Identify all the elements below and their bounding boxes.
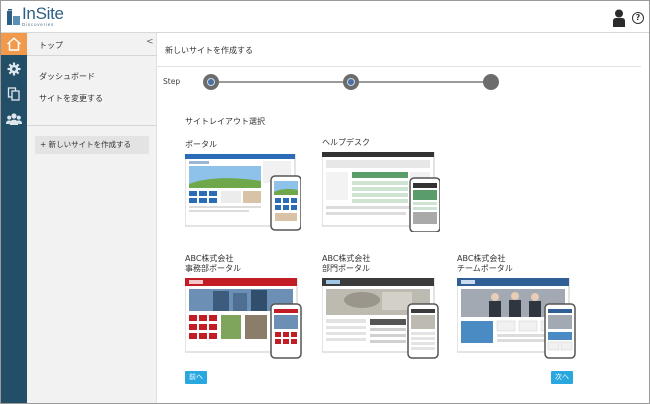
layout-name: ABC株式会社 事務部ポータル — [185, 254, 315, 274]
page-title: 新しいサイトを作成する — [165, 46, 253, 55]
logo[interactable]: InSite Discoveries — [7, 5, 64, 27]
create-new-site-button[interactable]: + 新しいサイトを作成する — [35, 136, 149, 154]
layout-preview-image — [184, 277, 303, 364]
layout-preview-image — [321, 151, 441, 236]
layout-preview-image — [456, 277, 577, 364]
collapse-chevron-icon[interactable]: < — [146, 37, 154, 47]
layout-preview-image — [321, 277, 440, 364]
layout-option-abc-team-portal[interactable]: ABC株式会社 チームポータル — [456, 254, 587, 359]
layout-preview-image — [184, 153, 302, 236]
copy-icon[interactable] — [1, 83, 27, 105]
app-window: InSite Discoveries ? トップ < ダッシュボード サイトを変… — [0, 0, 650, 404]
step-label: Step — [163, 77, 181, 86]
step-connector — [213, 81, 353, 83]
main-content: 新しいサイトを作成する Step サイトレイアウト選択 ポータル ヘルプデスク … — [157, 33, 649, 403]
icon-rail — [1, 33, 27, 403]
title-divider — [157, 66, 641, 67]
users-icon[interactable] — [1, 108, 27, 130]
layout-option-abc-department-portal[interactable]: ABC株式会社 部門ポータル — [321, 254, 452, 359]
header-bar: InSite Discoveries ? — [1, 1, 649, 33]
layout-name-text: ABC株式会社 部門ポータル — [322, 254, 371, 273]
user-icon[interactable] — [613, 9, 625, 27]
home-icon[interactable] — [1, 33, 27, 55]
sidebar-item-top[interactable]: トップ — [39, 40, 63, 51]
layout-name: ポータル — [185, 140, 217, 149]
layout-section-title: サイトレイアウト選択 — [185, 117, 265, 126]
layout-option-abc-admin-portal[interactable]: ABC株式会社 事務部ポータル — [184, 254, 315, 359]
next-button[interactable]: 次へ — [551, 371, 573, 384]
sidebar-divider — [27, 125, 157, 126]
layout-name-text: ABC株式会社 チームポータル — [457, 254, 513, 273]
gear-icon[interactable] — [1, 58, 27, 80]
sidebar: トップ < ダッシュボード サイトを変更する + 新しいサイトを作成する — [27, 33, 157, 403]
logo-name: InSite — [22, 4, 64, 23]
step-connector — [353, 81, 493, 83]
help-icon[interactable]: ? — [632, 12, 644, 24]
logo-mark-icon — [7, 9, 20, 25]
sidebar-header: トップ < — [27, 33, 157, 56]
layout-option-helpdesk[interactable]: ヘルプデスク — [321, 138, 452, 233]
layout-name-text: ABC株式会社 事務部ポータル — [185, 254, 241, 273]
step-3-indicator — [483, 74, 499, 90]
layout-option-portal[interactable]: ポータル — [184, 140, 315, 231]
layout-name: ABC株式会社 チームポータル — [457, 254, 587, 274]
layout-name: ABC株式会社 部門ポータル — [322, 254, 452, 274]
step-1-indicator — [203, 74, 219, 90]
step-2-indicator — [343, 74, 359, 90]
sidebar-item-change-site[interactable]: サイトを変更する — [39, 93, 103, 104]
sidebar-item-dashboard[interactable]: ダッシュボード — [39, 71, 95, 82]
previous-button[interactable]: 前へ — [185, 371, 207, 384]
layout-name: ヘルプデスク — [322, 138, 370, 147]
